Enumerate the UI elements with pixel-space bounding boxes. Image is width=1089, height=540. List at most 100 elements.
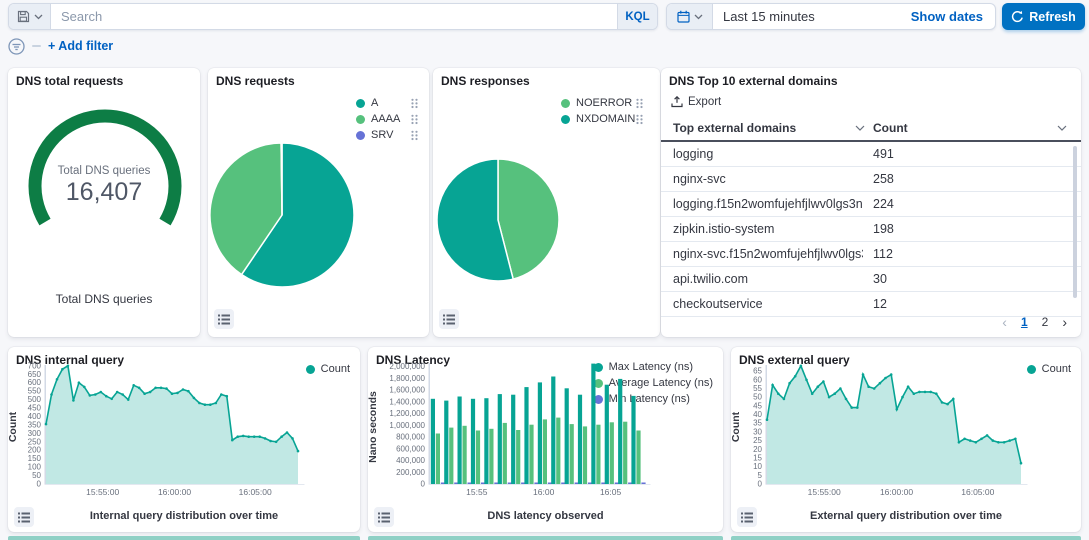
bar-max[interactable] — [471, 399, 475, 484]
search-bar: KQL — [8, 3, 658, 30]
data-point — [1020, 462, 1023, 465]
data-point — [997, 441, 1000, 444]
data-point — [867, 385, 870, 388]
pagination-prev-icon[interactable]: ‹ — [1002, 314, 1007, 330]
pagination-next-icon[interactable]: › — [1062, 314, 1067, 330]
legend-toggle-button[interactable] — [374, 507, 394, 527]
filter-icon[interactable] — [8, 38, 25, 55]
column-header-domains[interactable]: Top external domains — [673, 121, 796, 135]
legend-toggle-button[interactable] — [214, 309, 234, 329]
add-filter-button[interactable]: + Add filter — [48, 39, 113, 53]
bar-average[interactable] — [610, 422, 614, 484]
pie-chart[interactable] — [433, 68, 660, 337]
bar-max[interactable] — [591, 364, 595, 484]
table-scrollbar[interactable] — [1073, 146, 1077, 298]
bar-average[interactable] — [596, 425, 600, 484]
search-input[interactable] — [51, 4, 617, 29]
table-row[interactable]: zipkin.istio-system198 — [661, 217, 1081, 242]
legend-toggle-button[interactable] — [439, 309, 459, 329]
x-axis-title: Internal query distribution over time — [8, 510, 360, 522]
legend-toggle-button[interactable] — [737, 507, 757, 527]
bar-max[interactable] — [538, 382, 542, 484]
bar-max[interactable] — [631, 396, 635, 484]
saved-query-menu-button[interactable] — [9, 4, 51, 29]
table-row[interactable]: nginx-svc.f15n2womfujehfjlwv0lgs3no...11… — [661, 242, 1081, 267]
bar-average[interactable] — [463, 426, 467, 484]
table-row[interactable]: api.twilio.com30 — [661, 267, 1081, 292]
chevron-down-icon[interactable] — [1057, 125, 1067, 132]
pie-slice-srv[interactable] — [281, 143, 282, 215]
table-row[interactable]: logging491 — [661, 142, 1081, 167]
panel-dns-responses: DNS responses NOERRORNXDOMAIN — [433, 68, 660, 337]
bar-min[interactable] — [641, 483, 645, 485]
bar-average[interactable] — [436, 434, 440, 485]
bar-average[interactable] — [623, 422, 627, 484]
bar-average[interactable] — [503, 423, 507, 484]
bar-average[interactable] — [489, 429, 493, 484]
bar-average[interactable] — [476, 431, 480, 485]
area-chart[interactable]: 0501001502002503003504004505005506006507… — [8, 347, 360, 507]
data-point — [127, 398, 130, 401]
y-tick-label: 0 — [37, 480, 42, 489]
pagination-page-2[interactable]: 2 — [1042, 315, 1049, 329]
bar-max[interactable] — [524, 387, 528, 484]
bar-max[interactable] — [618, 379, 622, 484]
date-picker: Last 15 minutes Show dates — [666, 3, 996, 30]
save-icon — [17, 10, 30, 23]
bar-max[interactable] — [498, 394, 502, 484]
bar-average[interactable] — [556, 418, 560, 484]
bar-max[interactable] — [565, 388, 569, 484]
pagination-page-1[interactable]: 1 — [1021, 315, 1028, 329]
column-header-count[interactable]: Count — [873, 121, 908, 135]
bar-max[interactable] — [484, 398, 488, 484]
bar-average[interactable] — [636, 431, 640, 485]
refresh-button[interactable]: Refresh — [1002, 3, 1085, 30]
export-button[interactable]: Export — [671, 96, 721, 108]
panel-dns-requests: DNS requests AAAAASRV — [208, 68, 429, 337]
y-tick-label: 35 — [753, 419, 762, 428]
table-row[interactable]: logging.f15n2womfujehfjlwv0lgs3nog....22… — [661, 192, 1081, 217]
bar-max[interactable] — [605, 385, 609, 484]
cell-domain: logging.f15n2womfujehfjlwv0lgs3nog.... — [673, 197, 863, 211]
bar-max[interactable] — [511, 395, 515, 484]
bar-average[interactable] — [449, 428, 453, 484]
cutoff-panel-strip — [731, 536, 1081, 540]
time-range-value[interactable]: Last 15 minutes — [713, 4, 899, 29]
panel-dns-latency: DNS Latency Max Latency (ns)Average Late… — [368, 347, 723, 532]
pie-chart[interactable] — [208, 68, 429, 337]
bar-max[interactable] — [551, 377, 555, 485]
data-point — [1008, 439, 1011, 442]
x-axis-line — [45, 484, 305, 485]
table-row[interactable]: nginx-svc258 — [661, 167, 1081, 192]
data-point — [286, 431, 289, 434]
data-point — [220, 393, 223, 396]
show-dates-link[interactable]: Show dates — [899, 4, 995, 29]
area-chart[interactable]: 0510152025303540455055606515:55:0016:00:… — [731, 347, 1081, 507]
y-tick-label: 0 — [758, 480, 763, 489]
bar-chart[interactable]: 0200,000400,000600,000800,0001,000,0001,… — [368, 347, 723, 507]
data-point — [805, 379, 808, 382]
calendar-menu-button[interactable] — [667, 4, 713, 29]
data-point — [253, 435, 256, 438]
data-point — [231, 439, 234, 442]
data-point — [850, 406, 853, 409]
cell-domain: checkoutservice — [673, 297, 763, 311]
chevron-down-icon[interactable] — [855, 125, 865, 132]
bar-average[interactable] — [583, 426, 587, 484]
bar-max[interactable] — [578, 395, 582, 484]
bar-max[interactable] — [458, 397, 462, 485]
bar-average[interactable] — [570, 424, 574, 484]
data-point — [275, 441, 278, 444]
area-fill — [46, 366, 298, 484]
bar-average[interactable] — [516, 430, 520, 484]
bar-average[interactable] — [529, 425, 533, 484]
kql-button[interactable]: KQL — [617, 4, 657, 29]
x-axis-title: DNS latency observed — [368, 510, 723, 522]
y-tick-label: 450 — [28, 404, 42, 413]
bar-max[interactable] — [444, 401, 448, 484]
bar-max[interactable] — [431, 399, 435, 484]
gauge-axis-label: Total DNS queries — [8, 292, 200, 306]
data-point — [969, 439, 972, 442]
legend-toggle-button[interactable] — [14, 507, 34, 527]
bar-average[interactable] — [543, 419, 547, 484]
